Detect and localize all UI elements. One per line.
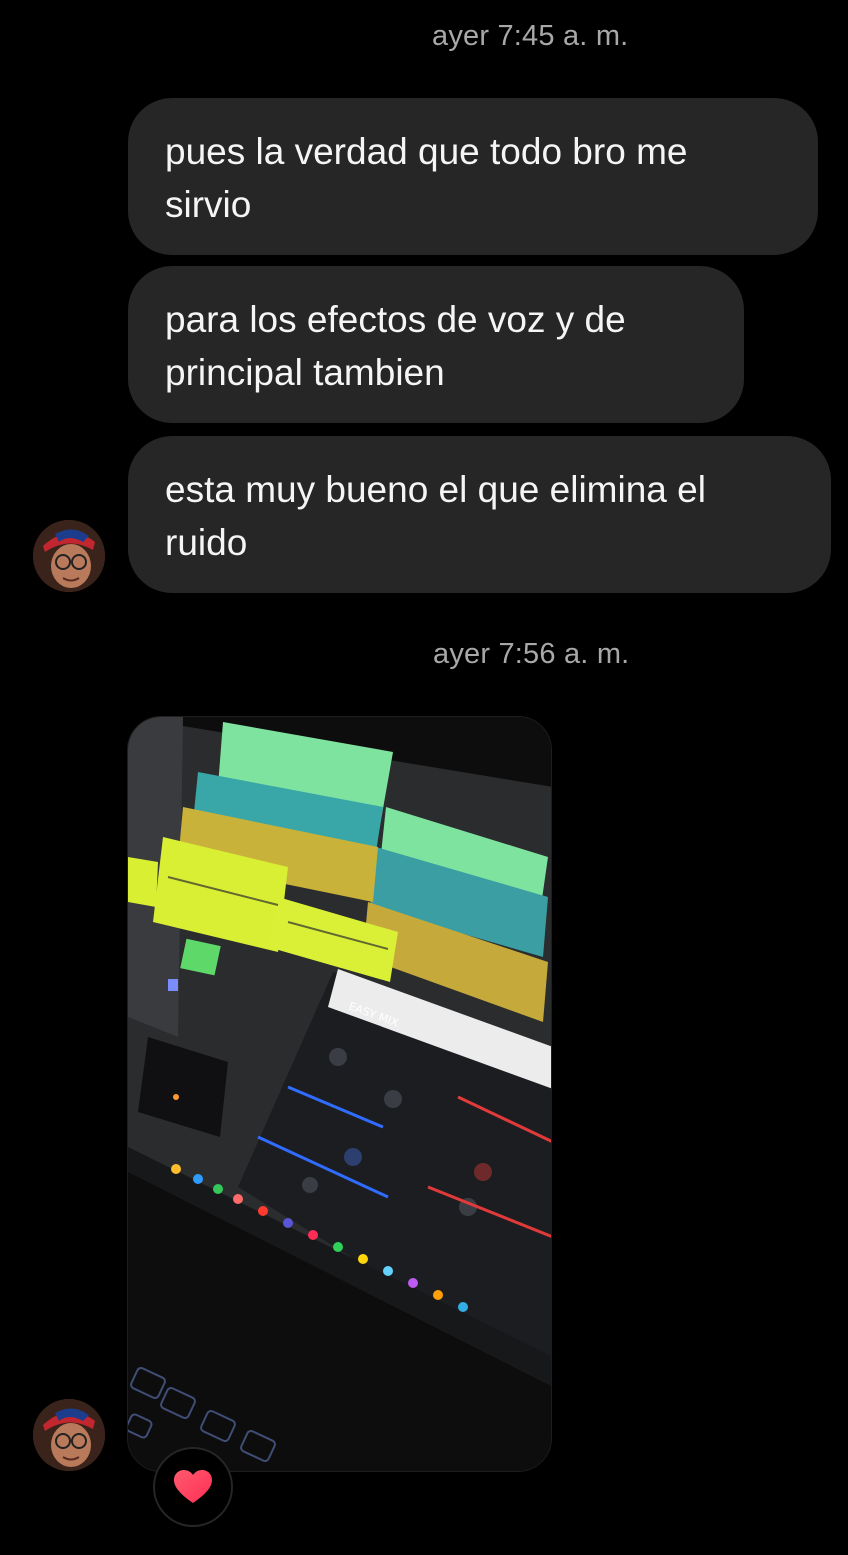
timestamp: ayer 7:45 a. m. <box>432 20 629 52</box>
avatar-image <box>33 1399 105 1471</box>
daw-screen-photo: EASY MIX <box>128 717 551 1471</box>
message-text: para los efectos de voz y de principal t… <box>165 299 626 393</box>
message-text: esta muy bueno el que elimina el ruido <box>165 469 706 563</box>
heart-icon <box>174 1470 212 1503</box>
message-bubble[interactable]: pues la verdad que todo bro me sirvio <box>128 98 818 255</box>
photo-message[interactable]: EASY MIX <box>127 716 552 1472</box>
message-text: pues la verdad que todo bro me sirvio <box>165 131 688 225</box>
avatar[interactable] <box>33 520 105 592</box>
avatar-image <box>33 520 105 592</box>
timestamp: ayer 7:56 a. m. <box>433 638 630 670</box>
message-bubble[interactable]: para los efectos de voz y de principal t… <box>128 266 744 423</box>
chat-thread: ayer 7:45 a. m. pues la verdad que todo … <box>0 0 848 1555</box>
reaction-badge[interactable] <box>153 1447 233 1527</box>
avatar[interactable] <box>33 1399 105 1471</box>
message-bubble[interactable]: esta muy bueno el que elimina el ruido <box>128 436 831 593</box>
